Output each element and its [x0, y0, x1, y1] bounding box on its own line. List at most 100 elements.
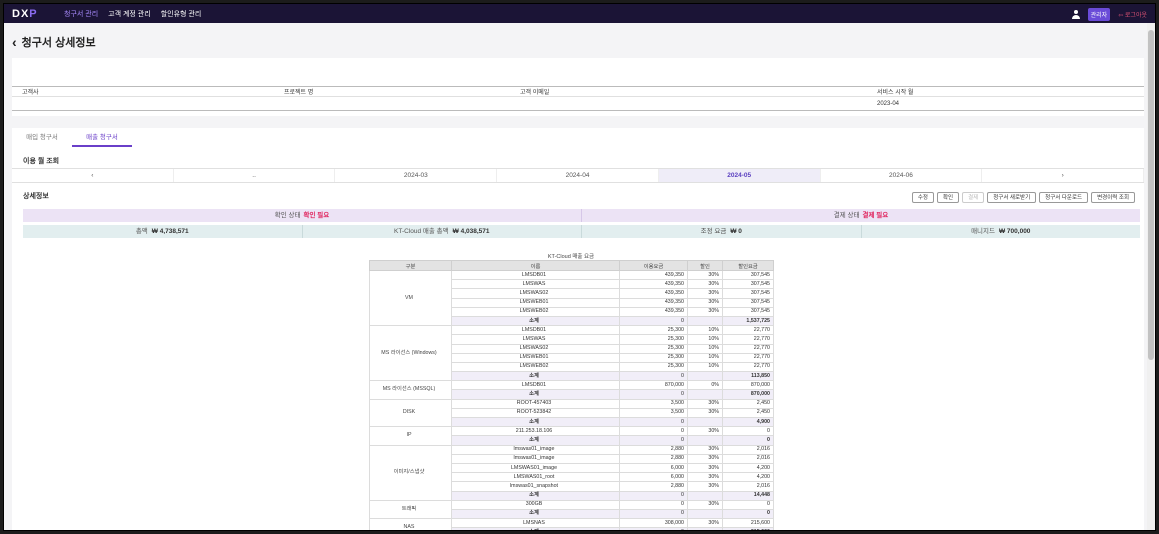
fee-subtotal-cell: 0 [619, 389, 688, 400]
month-cell[interactable]: › [982, 169, 1145, 182]
action-button[interactable]: 청구서 다운로드 [1039, 192, 1089, 203]
fee-cell: 2,880 [619, 481, 688, 492]
amount-label: 조정 요금 [700, 228, 727, 235]
amount-value: ₩ 700,000 [998, 228, 1031, 235]
back-arrow-icon[interactable]: ‹ [12, 35, 17, 49]
month-cell[interactable]: 2024-06 [821, 169, 983, 182]
fee-subtotal-cell [687, 435, 723, 446]
fee-cell: 870,000 [722, 380, 774, 391]
fee-subtotal-cell: 0 [619, 527, 688, 530]
fee-cell: 30% [687, 269, 723, 281]
fee-subtotal-cell: 0 [619, 508, 688, 520]
fee-cell: 4,200 [722, 472, 774, 483]
fee-cell: 30% [687, 462, 723, 474]
month-cell[interactable]: 2024-04 [497, 169, 659, 182]
month-cell[interactable]: 2024-03 [335, 169, 498, 182]
fee-cell: LMSDB01 [451, 325, 620, 336]
fee-header-cell: 할인요금 [722, 260, 774, 271]
fee-header-cell: 할인 [687, 260, 723, 271]
fee-cell: 2,016 [722, 481, 774, 492]
fee-cell: 307,545 [722, 297, 774, 308]
fee-row: VM LMSDB01 439,350 30% 307,545 [369, 269, 774, 327]
fee-subtotal-cell: 0 [722, 435, 774, 446]
fee-header-cell: 이용요금 [619, 260, 688, 271]
user-area: 관리자 ⇦ 로그아웃 [1071, 8, 1147, 21]
fee-row: 이미지/스냅샷 lmswas01_image 2,880 30% 2,016 [369, 444, 774, 501]
fee-group-name: MS 라이선스 (Windows) [369, 325, 452, 382]
user-icon [1071, 10, 1080, 19]
customer-info-table: 고객사 프로젝트 명 고객 이메일 서비스 시작 월 2023-04 [12, 86, 1144, 111]
fee-header-cell: 구분 [369, 260, 452, 271]
action-buttons: 수정 확인 결제 청구서 새로받기 청구서 다운로드 변경이력 조회 [911, 192, 1135, 203]
logout-link[interactable]: ⇦ 로그아웃 [1118, 10, 1147, 19]
action-button[interactable]: 변경이력 조회 [1091, 192, 1135, 203]
fee-cell: 30% [687, 407, 723, 419]
fee-cell: LMSWEB02 [451, 361, 620, 373]
fee-subtotal-cell: 870,000 [722, 389, 774, 400]
nav-item[interactable]: 할인유형 관리 [161, 9, 202, 19]
info-header-cell: 고객 이메일 [520, 90, 550, 96]
page-header: ‹ 청구서 상세정보 [12, 34, 96, 50]
fee-cell: 439,350 [619, 279, 688, 290]
fee-cell: lmswas01_image [451, 444, 620, 455]
fee-subtotal-cell: 소계 [451, 389, 620, 400]
month-cell[interactable]: 2024-05 [658, 169, 821, 182]
fee-subtotal-cell [687, 527, 723, 530]
fee-group-name: VM [369, 269, 452, 327]
invoice-tab[interactable]: 매출 청구서 [72, 129, 132, 147]
fee-subtotal-cell [687, 389, 723, 400]
info-header-cell: 프로젝트 명 [284, 90, 314, 96]
fee-row: MS 라이선스 (Windows) LMSDB01 25,300 10% 22,770 [369, 325, 774, 382]
app-logo[interactable]: DXP [12, 8, 60, 20]
fee-subtotal-cell: 소계 [451, 527, 620, 530]
fee-cell: LMSNAS [451, 518, 620, 529]
fee-cell: 211.253.18.106 [451, 426, 620, 437]
fee-cell: 215,600 [722, 518, 774, 529]
fee-subtotal-cell: 소계 [451, 371, 620, 382]
fee-subtotal-cell: 215,600 [722, 527, 774, 530]
fee-subtotal-cell [687, 315, 723, 327]
scrollbar-thumb[interactable] [1148, 30, 1154, 360]
detail-section-label: 상세정보 [23, 193, 49, 200]
month-cell[interactable]: .. [174, 169, 336, 182]
fee-cell: 22,770 [722, 334, 774, 345]
info-value-cell: 2023-04 [877, 100, 900, 107]
fee-cell: LMSDB01 [451, 380, 620, 391]
fee-subtotal-cell: 113,850 [722, 371, 774, 382]
fee-cell: LMSWAS02 [451, 343, 620, 354]
info-header-row: 고객사 프로젝트 명 고객 이메일 서비스 시작 월 [12, 86, 1144, 97]
fee-cell: 2,880 [619, 453, 688, 464]
nav-item[interactable]: 고객 계정 관리 [108, 9, 151, 19]
action-button[interactable]: 결제 [962, 192, 985, 203]
fee-row: IP 211.253.18.106 0 30% 0 [369, 426, 774, 446]
fee-cell: 3,500 [619, 398, 688, 409]
fee-cell: 22,770 [722, 352, 774, 363]
fee-cell: 4,200 [722, 462, 774, 474]
nav-item[interactable]: 청구서 관리 [64, 9, 98, 19]
fee-cell: 0% [687, 380, 723, 391]
fee-cell: 10% [687, 325, 723, 336]
fee-cell: lmswas01_snapshot [451, 481, 620, 492]
fee-subtotal-cell: 0 [722, 508, 774, 520]
fee-subtotal-cell [687, 508, 723, 520]
month-cell[interactable]: ‹ [12, 169, 174, 182]
action-button[interactable]: 수정 [911, 192, 934, 203]
fee-cell: 30% [687, 398, 723, 409]
fee-cell: 30% [687, 481, 723, 492]
fee-cell: LMSWAS [451, 279, 620, 290]
fee-subtotal-cell: 14,448 [722, 490, 774, 501]
action-button[interactable]: 확인 [936, 192, 960, 203]
fee-cell: 10% [687, 334, 723, 345]
page-title: 청구서 상세정보 [21, 37, 96, 49]
amount-summary: 총액 ₩ 4,738,571 KT-Cloud 매출 총액 ₩ 4,038,571 조정… [23, 225, 1140, 238]
invoice-tab[interactable]: 매입 청구서 [12, 129, 72, 147]
action-button[interactable]: 청구서 새로받기 [987, 192, 1037, 203]
usage-month-label: 이용 월 조회 [23, 158, 60, 165]
confirm-status-value: 확인 필요 [303, 212, 330, 219]
fee-cell: 30% [687, 297, 723, 308]
fee-cell: LMSWEB01 [451, 352, 620, 363]
fee-cell: LMSWEB01 [451, 297, 620, 308]
fee-cell: 439,350 [619, 288, 688, 299]
fee-cell: 870,000 [619, 380, 688, 391]
fee-cell: LMSWAS01_image [451, 462, 620, 474]
